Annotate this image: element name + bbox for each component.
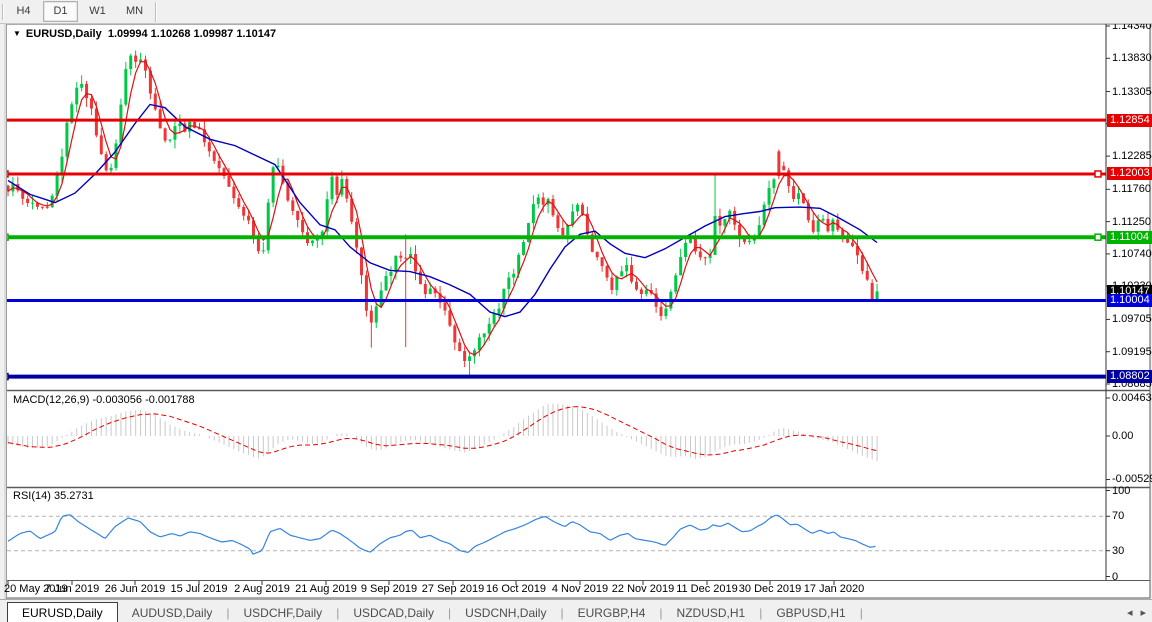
tab-separator: |	[860, 603, 863, 622]
date-label: 22 Nov 2019	[612, 583, 674, 595]
price-badge-1.10004: 1.10004	[1107, 294, 1152, 307]
chart-tabs: EURUSD,DailyAUDUSD,Daily|USDCHF,Daily|US…	[0, 601, 863, 622]
tab-eurgbp-h4[interactable]: EURGBP,H4	[564, 603, 660, 622]
price-label-1.09195: 1.09195	[1112, 346, 1152, 358]
date-label: 27 Sep 2019	[422, 583, 484, 595]
tab-scroll-arrows: ◂ ▸	[1127, 603, 1146, 622]
date-label: 9 Sep 2019	[361, 583, 417, 595]
window-left-frame	[0, 23, 7, 600]
tab-eurusd-daily[interactable]: EURUSD,Daily	[7, 602, 118, 622]
price-label-1.10740: 1.10740	[1112, 248, 1152, 260]
tab-usdcnh-daily[interactable]: USDCNH,Daily	[451, 603, 560, 622]
date-label: 7 Jun 2019	[45, 583, 99, 595]
price-badge-1.12854: 1.12854	[1107, 114, 1152, 127]
tab-scroll-left-icon[interactable]: ◂	[1127, 603, 1133, 622]
timeframe-toolbar: H4D1W1MN	[0, 0, 1152, 24]
chart-symbol: EURUSD,Daily	[26, 28, 102, 40]
rsi-label: RSI(14) 35.2731	[13, 490, 94, 502]
price-label-1.11250: 1.11250	[1112, 216, 1151, 228]
tab-audusd-daily[interactable]: AUDUSD,Daily	[118, 603, 227, 622]
rsi-axis-label-70: 70	[1112, 510, 1124, 522]
macd-values: -0.003056 -0.001788	[92, 394, 194, 406]
price-label-1.13305: 1.13305	[1112, 86, 1152, 98]
macd-label: MACD(12,26,9) -0.003056 -0.001788	[13, 394, 195, 406]
ohlc-low: 1.09987	[194, 28, 234, 40]
timeframe-button-d1[interactable]: D1	[43, 1, 78, 22]
timeframe-button-mn[interactable]: MN	[117, 1, 152, 22]
macd-axis-label-0.00: 0.00	[1112, 430, 1133, 442]
date-label: 11 Dec 2019	[676, 583, 738, 595]
toolbar-separator	[2, 4, 3, 20]
ohlc-close: 1.10147	[236, 28, 276, 40]
date-label: 26 Jun 2019	[105, 583, 166, 595]
chart-window-frame	[1, 24, 1150, 598]
chart-title: ▼ EURUSD,Daily 1.09994 1.10268 1.09987 1.…	[13, 28, 276, 40]
timeframe-button-h4[interactable]: H4	[6, 1, 41, 22]
date-label: 2 Aug 2019	[234, 583, 290, 595]
timeframe-button-group: H4D1W1MN	[5, 1, 153, 22]
chart-canvas[interactable]	[0, 0, 1152, 622]
macd-axis-label-0.00463: 0.00463	[1112, 392, 1152, 404]
price-badge-1.12003: 1.12003	[1107, 167, 1152, 180]
rsi-value: 35.2731	[54, 490, 94, 502]
rsi-axis-label-0: 0	[1112, 571, 1118, 583]
price-label-1.11760: 1.11760	[1112, 183, 1151, 195]
tab-usdchf-daily[interactable]: USDCHF,Daily	[230, 603, 337, 622]
rsi-axis-label-30: 30	[1112, 545, 1124, 557]
ohlc-open: 1.09994	[108, 28, 148, 40]
terminal-window: H4D1W1MN ▼ EURUSD,Daily 1.09994 1.10268 1…	[0, 0, 1152, 622]
date-label: 16 Oct 2019	[486, 583, 546, 595]
ohlc-high: 1.10268	[151, 28, 191, 40]
rsi-axis-label-100: 100	[1112, 485, 1130, 497]
date-label: 15 Jul 2019	[171, 583, 228, 595]
price-label-1.09705: 1.09705	[1112, 313, 1152, 325]
date-label: 17 Jan 2020	[804, 583, 865, 595]
price-label-1.12285: 1.12285	[1112, 150, 1152, 162]
price-label-1.13830: 1.13830	[1112, 52, 1152, 64]
hline-right-marker[interactable]	[1095, 234, 1101, 240]
toolbar-separator	[155, 2, 156, 22]
tab-gbpusd-h1[interactable]: GBPUSD,H1	[762, 603, 859, 622]
date-label: 30 Dec 2019	[739, 583, 801, 595]
tab-usdcad-daily[interactable]: USDCAD,Daily	[339, 603, 448, 622]
timeframe-button-w1[interactable]: W1	[80, 1, 115, 22]
price-badge-1.11004: 1.11004	[1107, 231, 1152, 244]
chart-tab-bar: EURUSD,DailyAUDUSD,Daily|USDCHF,Daily|US…	[0, 599, 1152, 622]
date-label: 4 Nov 2019	[552, 583, 608, 595]
tab-nzdusd-h1[interactable]: NZDUSD,H1	[663, 603, 760, 622]
hline-right-marker[interactable]	[1095, 171, 1101, 177]
price-badge-1.08802: 1.08802	[1107, 370, 1152, 383]
date-label: 21 Aug 2019	[295, 583, 357, 595]
tab-scroll-right-icon[interactable]: ▸	[1140, 603, 1146, 622]
symbol-dropdown-icon[interactable]: ▼	[13, 29, 21, 38]
